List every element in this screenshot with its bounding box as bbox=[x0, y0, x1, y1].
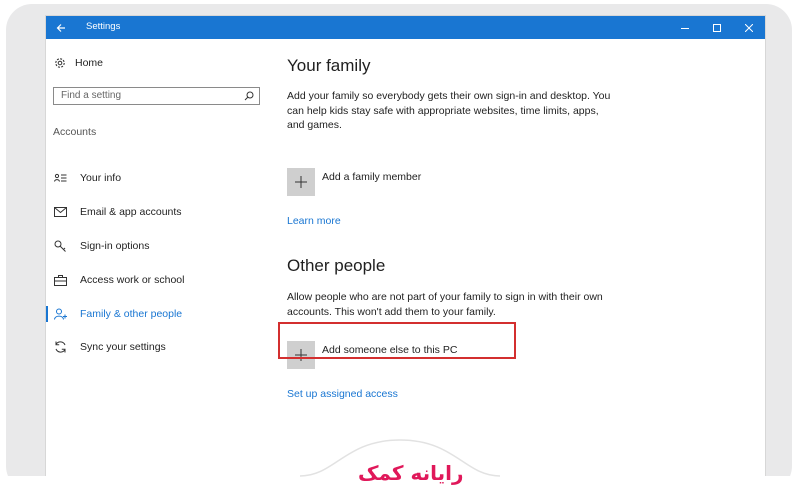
back-button[interactable] bbox=[46, 16, 76, 39]
home-label: Home bbox=[75, 57, 104, 69]
plus-icon bbox=[287, 168, 315, 196]
search-placeholder: Find a setting bbox=[61, 90, 122, 101]
mail-icon bbox=[54, 207, 67, 217]
brand-logo: رایانه کمک bbox=[358, 461, 464, 485]
minimize-icon bbox=[681, 27, 689, 29]
key-icon bbox=[54, 240, 66, 252]
sidebar-item-label: Access work or school bbox=[80, 274, 185, 286]
accounts-section-label: Accounts bbox=[53, 126, 97, 138]
your-family-description: Add your family so everybody gets their … bbox=[287, 90, 611, 131]
other-people-heading: Other people bbox=[287, 256, 386, 275]
close-button[interactable] bbox=[733, 16, 765, 39]
briefcase-icon bbox=[54, 274, 67, 286]
add-family-member-label: Add a family member bbox=[322, 171, 422, 183]
maximize-button[interactable] bbox=[701, 16, 733, 39]
person-card-icon bbox=[54, 173, 67, 182]
assigned-access-link[interactable]: Set up assigned access bbox=[287, 388, 398, 400]
other-people-description: Allow people who are not part of your fa… bbox=[287, 291, 603, 318]
sidebar-item-label: Your info bbox=[80, 172, 122, 184]
sidebar-item-access-work-school[interactable]: Access work or school bbox=[46, 269, 268, 291]
sidebar-item-your-info[interactable]: Your info bbox=[46, 167, 268, 189]
gear-icon bbox=[55, 58, 65, 68]
sidebar-item-email-app-accounts[interactable]: Email & app accounts bbox=[46, 201, 268, 223]
sidebar-item-sync-settings[interactable]: Sync your settings bbox=[46, 336, 268, 358]
sidebar-item-sign-in-options[interactable]: Sign-in options bbox=[46, 235, 268, 257]
image-frame: Settings Home Find a setting Accounts Yo… bbox=[6, 4, 792, 492]
title-bar: Settings bbox=[46, 16, 765, 39]
back-arrow-icon bbox=[56, 23, 65, 32]
minimize-button[interactable] bbox=[669, 16, 701, 39]
search-input[interactable]: Find a setting bbox=[53, 87, 260, 105]
sidebar-item-label: Sign-in options bbox=[80, 240, 150, 252]
close-icon bbox=[745, 23, 753, 32]
maximize-icon bbox=[713, 23, 721, 32]
sidebar-item-label: Email & app accounts bbox=[80, 206, 182, 218]
people-icon bbox=[54, 308, 67, 320]
sidebar: Home Find a setting Accounts Your info E… bbox=[46, 39, 274, 492]
your-family-heading: Your family bbox=[287, 56, 371, 75]
sidebar-item-family-other-people[interactable]: Family & other people bbox=[46, 303, 268, 325]
highlight-box bbox=[278, 322, 516, 359]
sidebar-item-label: Sync your settings bbox=[80, 341, 166, 353]
sync-icon bbox=[55, 341, 66, 353]
sidebar-home[interactable]: Home bbox=[54, 57, 103, 69]
learn-more-link[interactable]: Learn more bbox=[287, 215, 341, 227]
settings-window: Settings Home Find a setting Accounts Yo… bbox=[46, 16, 765, 492]
main-content: Your family Add your family so everybody… bbox=[287, 39, 757, 492]
add-family-member-button[interactable]: Add a family member bbox=[287, 168, 421, 196]
sidebar-item-label: Family & other people bbox=[80, 308, 183, 320]
search-icon bbox=[244, 91, 254, 101]
window-title: Settings bbox=[86, 21, 121, 32]
